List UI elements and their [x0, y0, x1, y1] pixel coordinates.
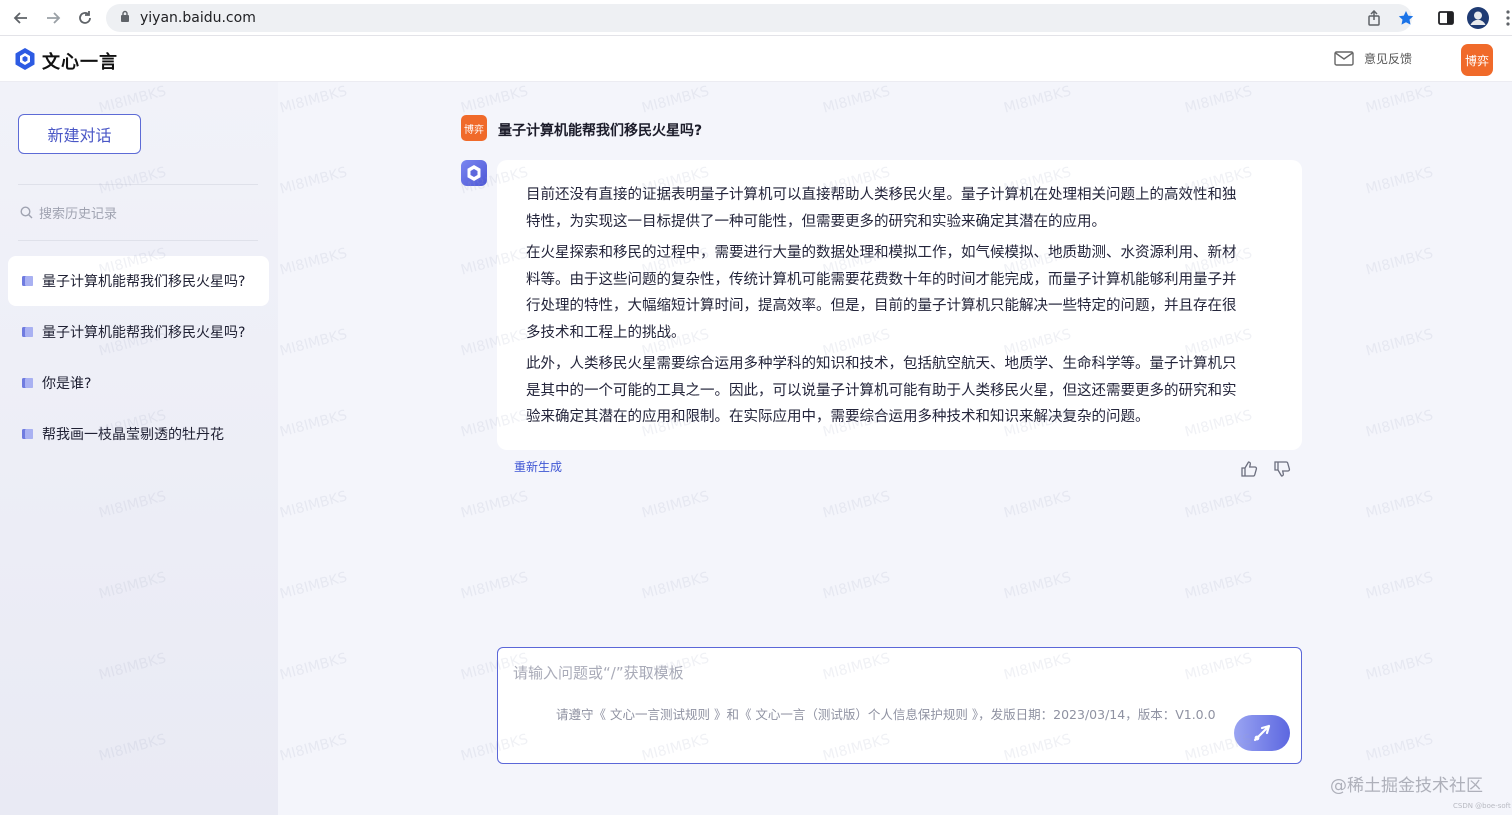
answer-line: 行处理的特性，大幅缩短计算时间，提高效率。但是，目前的量子计算机只能解决一些特定…	[526, 298, 1237, 314]
user-question: 量子计算机能帮我们移民火星吗?	[498, 123, 703, 139]
browser-toolbar: yiyan.baidu.com	[0, 0, 1512, 36]
answer-line: 目前还没有直接的证据表明量子计算机可以直接帮助人类移民火星。量子计算机在处理相关…	[526, 187, 1237, 203]
send-button[interactable]	[1234, 715, 1290, 751]
history-item[interactable]: 你是谁?	[8, 358, 269, 408]
lock-icon	[120, 10, 130, 26]
answer-line: 多技术和工程上的挑战。	[526, 324, 686, 341]
history-item[interactable]: 帮我画一枝晶莹剔透的牡丹花	[8, 409, 269, 459]
chat-bubble-icon	[22, 327, 33, 337]
url-text: yiyan.baidu.com	[140, 10, 256, 26]
new-chat-button[interactable]: 新建对话	[18, 114, 141, 154]
answer-paragraph: 此外，人类移民火星需要综合运用多种学科的知识和技术，包括航空航天、地质学、生命科…	[526, 351, 1274, 431]
divider	[18, 240, 258, 241]
app-header: 文心一言 意见反馈 博弈	[0, 36, 1512, 82]
logo-text: 文心一言	[42, 52, 118, 73]
answer-line: 特性，为实现这一目标提供了一种可能性，但需要更多的研究和实验来确定其潜在的应用。	[526, 213, 1106, 230]
feedback-button[interactable]: 意见反馈	[1334, 50, 1412, 67]
answer-line: 料等。由于这些问题的复杂性，传统计算机可能需要花费数十年的时间才能完成，而量子计…	[526, 271, 1237, 288]
thumbs-up-icon[interactable]	[1240, 460, 1258, 478]
answer-paragraph: 在火星探索和移民的过程中，需要进行大量的数据处理和模拟工作，如气候模拟、地质勘测…	[526, 240, 1274, 346]
profile-icon[interactable]	[1462, 0, 1494, 36]
thumbs-down-icon[interactable]	[1273, 460, 1291, 478]
mail-icon	[1334, 51, 1354, 66]
side-panel-icon[interactable]	[1430, 0, 1462, 36]
history-item[interactable]: 量子计算机能帮我们移民火星吗?	[8, 256, 269, 306]
footer-text: 请遵守《 文心一言测试规则 》和《 文心一言（测试版）个人信息保护规则 》，发版…	[556, 707, 1216, 722]
answer-line: 在火星探索和移民的过程中，需要进行大量的数据处理和模拟工作，如气候模拟、地质勘测…	[526, 245, 1237, 261]
address-bar[interactable]: yiyan.baidu.com	[106, 4, 1412, 32]
search-placeholder: 搜索历史记录	[39, 207, 118, 222]
divider	[18, 184, 258, 185]
sidebar: 新建对话 搜索历史记录 量子计算机能帮我们移民火星吗? 量子计算机能帮我们移民火…	[0, 82, 278, 815]
send-icon	[1253, 724, 1271, 742]
answer-card: 目前还没有直接的证据表明量子计算机可以直接帮助人类移民火星。量子计算机在处理相关…	[497, 160, 1302, 450]
back-icon[interactable]	[10, 7, 32, 29]
reload-icon[interactable]	[74, 7, 96, 29]
history-item-label: 你是谁?	[42, 376, 92, 392]
site-watermark-small: CSDN @boe-soft	[1453, 802, 1511, 810]
history-item-label: 量子计算机能帮我们移民火星吗?	[42, 274, 246, 290]
ernie-logo-icon	[14, 47, 36, 75]
history-item-label: 帮我画一枝晶莹剔透的牡丹花	[42, 427, 224, 443]
answer-paragraph: 目前还没有直接的证据表明量子计算机可以直接帮助人类移民火星。量子计算机在处理相关…	[526, 182, 1274, 235]
answer-line: 是其中的一个可能的工具之一。因此，可以说量子计算机可能有助于人类移民火星，但这还…	[526, 382, 1237, 399]
logo[interactable]: 文心一言	[14, 47, 118, 75]
bot-avatar-icon	[461, 160, 487, 186]
more-menu-icon[interactable]	[1492, 0, 1512, 36]
chat-bubble-icon	[22, 378, 33, 388]
regenerate-button[interactable]: 重新生成	[514, 458, 562, 475]
forward-icon[interactable]	[42, 7, 64, 29]
answer-line: 此外，人类移民火星需要综合运用多种学科的知识和技术，包括航空航天、地质学、生命科…	[526, 356, 1237, 372]
answer-line: 验来确定其潜在的应用和限制。在实际应用中，需要综合运用多种技术和知识来解决复杂的…	[526, 409, 1150, 425]
user-message-avatar: 博弈	[461, 115, 487, 141]
bookmark-star-icon[interactable]	[1390, 0, 1422, 36]
chat-bubble-icon	[22, 276, 33, 286]
user-avatar[interactable]: 博弈	[1461, 44, 1493, 76]
site-watermark: @稀土掘金技术社区	[1330, 776, 1483, 796]
history-search[interactable]: 搜索历史记录	[20, 203, 117, 222]
history-item[interactable]: 量子计算机能帮我们移民火星吗?	[8, 307, 269, 357]
feedback-label: 意见反馈	[1364, 52, 1413, 66]
chat-bubble-icon	[22, 429, 33, 439]
history-item-label: 量子计算机能帮我们移民火星吗?	[42, 325, 246, 341]
search-icon	[20, 206, 33, 219]
share-icon[interactable]	[1358, 0, 1390, 36]
